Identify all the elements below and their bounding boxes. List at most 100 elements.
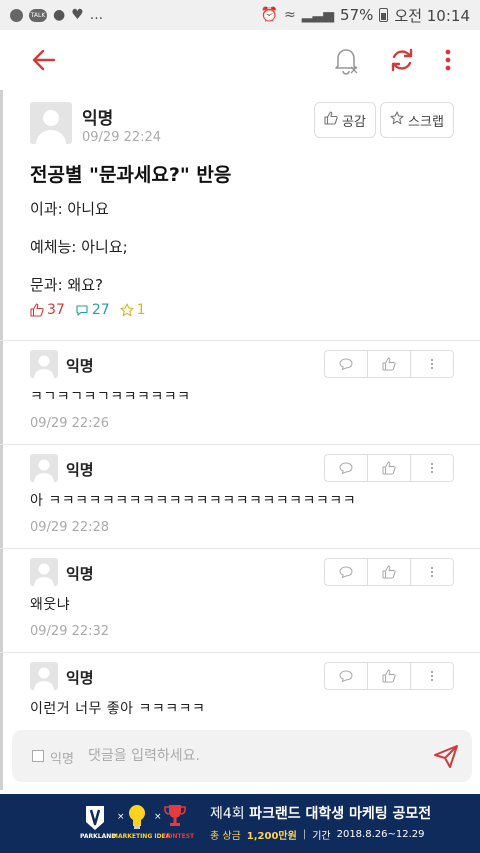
- like-count-value: 37: [47, 302, 65, 318]
- empathy-button[interactable]: 공감: [314, 102, 376, 138]
- post-stats: 37 27 1: [30, 302, 146, 318]
- battery-icon: [379, 8, 389, 22]
- reply-button[interactable]: [325, 663, 368, 689]
- comment-body: 아 ㅋㅋㅋㅋㅋㅋㅋㅋㅋㅋㅋㅋㅋㅋㅋㅋㅋㅋㅋㅋㅋㅋㅋ: [30, 493, 357, 509]
- comment-bubble-icon: [339, 462, 353, 475]
- refresh-icon[interactable]: [388, 44, 416, 76]
- post-title: 전공별 "문과세요?" 반응: [30, 164, 232, 186]
- ad-separator-icon: ×: [117, 812, 125, 822]
- anonymous-checkbox[interactable]: [32, 750, 44, 762]
- signal-icon: ▂▃▅: [301, 7, 335, 23]
- comment-body: ㅋㄱㅋㄱㅋㄱㅋㅋㅋㅋㅋㅋ: [30, 389, 191, 405]
- post-time: 09/29 22:24: [82, 130, 162, 145]
- chat-notification-icon: ●: [53, 7, 66, 23]
- contest-caption: CONTEST: [163, 833, 195, 840]
- comment-input[interactable]: [88, 742, 418, 770]
- comment-author: 익명: [66, 565, 94, 583]
- divider: [0, 652, 480, 653]
- heart-notification-icon: ♥: [71, 7, 84, 23]
- comment-like-button[interactable]: [368, 455, 411, 481]
- reply-button[interactable]: [325, 559, 368, 585]
- more-vertical-icon: [430, 670, 434, 682]
- bell-off-icon[interactable]: [332, 44, 360, 76]
- scrap-count: 1: [120, 302, 146, 318]
- post-line: 문과: 왜요?: [30, 276, 103, 294]
- more-vertical-icon: [430, 566, 434, 578]
- comment-bubble-icon: [339, 670, 353, 683]
- thumbs-up-icon: [382, 669, 396, 683]
- comment-bubble-icon: [76, 305, 88, 316]
- scrap-count-value: 1: [136, 302, 146, 318]
- ad-prize-label: 총 상금: [210, 831, 241, 842]
- avatar: [30, 454, 58, 482]
- post-author: 익명: [82, 109, 114, 129]
- anonymous-label: 익명: [50, 752, 74, 767]
- comment-like-button[interactable]: [368, 559, 411, 585]
- comment-actions: [324, 662, 454, 690]
- ad-separator-icon: ×: [154, 812, 162, 822]
- app-bar: [0, 30, 480, 90]
- comment-bubble-icon: [339, 566, 353, 579]
- status-bar: TALK ● ♥ ... ⏰ ≈ ▂▃▅ 57% 오전 10:14: [0, 0, 480, 30]
- avatar: [30, 662, 58, 690]
- comment-actions: [324, 454, 454, 482]
- back-arrow-icon[interactable]: [28, 44, 60, 76]
- scrap-label: 스크랩: [408, 114, 444, 130]
- comment-actions: [324, 350, 454, 378]
- marketing-idea-caption: MARKETING IDEA: [112, 833, 171, 840]
- avatar: [30, 102, 72, 144]
- comment-like-button[interactable]: [368, 351, 411, 377]
- reply-button[interactable]: [325, 455, 368, 481]
- scrap-button[interactable]: 스크랩: [380, 102, 454, 138]
- divider: [0, 444, 480, 445]
- comment-author: 익명: [66, 461, 94, 479]
- comment-more-button[interactable]: [411, 351, 453, 377]
- ad-period-label: 기간: [312, 831, 331, 842]
- ad-period: 2018.8.26~12.29: [336, 829, 425, 840]
- thumbs-up-icon: [30, 303, 44, 317]
- comment-time: 09/29 22:28: [30, 520, 110, 535]
- parkland-logo: [84, 804, 106, 832]
- ad-subtitle: 총 상금 1,200만원 | 기간 2018.8.26~12.29: [210, 827, 425, 842]
- comment-body: 이런거 너무 좋아 ㅋㅋㅋㅋㅋ: [30, 701, 206, 717]
- ad-title-prefix: 제4회: [210, 806, 245, 822]
- thumbs-up-icon: [382, 357, 396, 371]
- clock: 오전 10:14: [394, 6, 470, 25]
- comment-time: 09/29 22:26: [30, 416, 110, 431]
- comment-more-button[interactable]: [411, 663, 453, 689]
- send-icon[interactable]: [432, 742, 460, 770]
- avatar: [30, 350, 58, 378]
- reply-button[interactable]: [325, 351, 368, 377]
- thumbs-up-icon: [382, 565, 396, 579]
- comment-body: 왜웃냐: [30, 597, 71, 613]
- like-count: 37: [30, 302, 65, 318]
- comment-count-value: 27: [91, 302, 110, 318]
- more-vertical-icon: [430, 358, 434, 370]
- comment-like-button[interactable]: [368, 663, 411, 689]
- more-vertical-icon: [430, 462, 434, 474]
- thumbs-up-icon: [324, 111, 338, 129]
- alarm-icon: ⏰: [260, 7, 278, 23]
- lightbulb-icon: [128, 804, 146, 830]
- star-icon: [120, 303, 134, 317]
- divider: [0, 548, 480, 549]
- ad-title: 제4회 파크랜드 대학생 마케팅 공모전: [210, 803, 431, 823]
- post-line: 이과: 아니요: [30, 200, 109, 218]
- ad-divider: |: [302, 829, 307, 840]
- ad-banner[interactable]: PARKLAND × MARKETING IDEA × CONTEST 제4회 …: [0, 794, 480, 853]
- divider: [0, 340, 480, 341]
- more-notifications: ...: [89, 7, 104, 23]
- more-vertical-icon[interactable]: [440, 44, 456, 76]
- comment-bubble-icon: [339, 358, 353, 371]
- post-line: 예체능: 아니요;: [30, 238, 128, 256]
- ad-prize-amount: 1,200만원: [246, 831, 297, 842]
- thumbs-up-icon: [382, 461, 396, 475]
- trophy-icon: [164, 804, 186, 828]
- comment-more-button[interactable]: [411, 559, 453, 585]
- comment-more-button[interactable]: [411, 455, 453, 481]
- avatar: [30, 558, 58, 586]
- comment-count: 27: [75, 302, 110, 318]
- comment-input-bar: 익명: [12, 730, 472, 782]
- ad-title-main: 파크랜드 대학생 마케팅 공모전: [249, 806, 432, 822]
- app-notification-icon: [10, 8, 23, 22]
